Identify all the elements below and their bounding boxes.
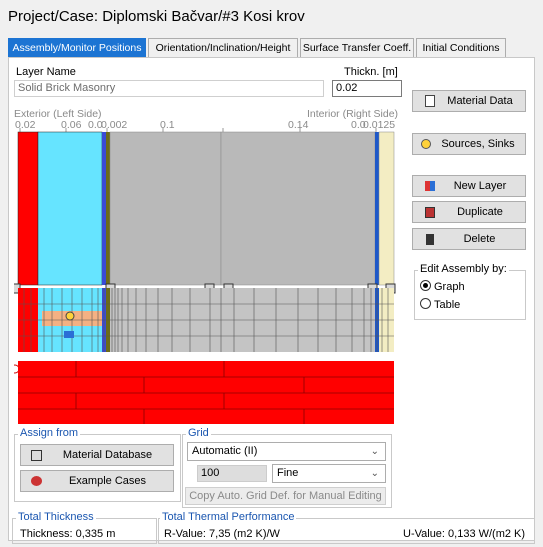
duplicate-button[interactable]: Duplicate — [412, 201, 526, 223]
chevron-down-icon: ⌄ — [370, 446, 379, 457]
lightbulb-icon — [421, 139, 431, 149]
material-data-button[interactable]: Material Data — [412, 90, 526, 112]
edit-assembly-title: Edit Assembly by: — [418, 263, 509, 275]
example-cases-button[interactable]: Example Cases — [20, 470, 174, 492]
database-icon — [31, 449, 42, 461]
thickness-field[interactable]: 0.02 — [332, 80, 402, 97]
new-layer-button[interactable]: New Layer — [412, 175, 526, 197]
material-database-button[interactable]: Material Database — [20, 444, 174, 466]
brick-view — [14, 361, 394, 424]
radio-table[interactable]: Table — [420, 298, 460, 311]
layer-membrane[interactable] — [102, 132, 106, 285]
grid-count-field[interactable]: 100 — [197, 465, 267, 482]
grid-mode-select[interactable]: Automatic (II) ⌄ — [187, 442, 386, 461]
edit-assembly-group — [414, 270, 526, 320]
layer-brick-exterior[interactable] — [17, 131, 39, 286]
r-value: R-Value: 7,35 (m2 K)/W — [164, 528, 280, 540]
lightbulb-icon — [65, 311, 75, 321]
thickness-value: Thickness: 0,335 m — [20, 528, 116, 540]
document-icon — [425, 95, 435, 107]
layer-vapor[interactable] — [375, 132, 379, 285]
layer-name-label: Layer Name — [16, 66, 76, 78]
total-thickness-title: Total Thickness — [16, 511, 96, 523]
layer-name-field[interactable]: Solid Brick Masonry — [14, 80, 324, 97]
trash-icon — [426, 233, 434, 245]
thickness-label: Thickn. [m] — [344, 66, 398, 78]
radio-indicator — [420, 280, 431, 291]
tab-assembly-monitor[interactable]: Assembly/Monitor Positions — [8, 38, 146, 58]
delete-button[interactable]: Delete — [412, 228, 526, 250]
example-cases-icon — [31, 476, 42, 486]
copy-grid-button[interactable]: Copy Auto. Grid Def. for Manual Editing — [185, 487, 386, 505]
radio-indicator — [420, 298, 431, 309]
layer-air-1[interactable] — [109, 131, 222, 286]
project-title: Project/Case: Diplomski Bačvar/#3 Kosi k… — [8, 8, 305, 25]
tab-orientation[interactable]: Orientation/Inclination/Height — [148, 38, 298, 58]
grid-density-select[interactable]: Fine ⌄ — [272, 464, 386, 483]
tab-initial-conditions[interactable]: Initial Conditions — [416, 38, 506, 58]
chevron-down-icon: ⌄ — [370, 468, 379, 479]
assign-from-title: Assign from — [18, 427, 81, 439]
assembly-graph[interactable] — [14, 128, 396, 428]
new-layer-icon — [425, 181, 435, 191]
grid-title: Grid — [186, 427, 211, 439]
layer-air-2[interactable] — [220, 131, 376, 286]
tab-surface-transfer[interactable]: Surface Transfer Coeff. — [300, 38, 414, 58]
ruler-marks — [19, 128, 377, 132]
sources-sinks-button[interactable]: Sources, Sinks — [412, 133, 526, 155]
u-value: U-Value: 0,133 W/(m2 K) — [403, 528, 526, 540]
layer-board[interactable] — [378, 131, 395, 286]
grid-band — [18, 288, 394, 352]
radio-graph[interactable]: Graph — [420, 280, 465, 293]
layer-insulation[interactable] — [37, 131, 103, 286]
layer-bars[interactable] — [17, 131, 395, 286]
source-sink-icon — [64, 331, 74, 338]
layer-thin[interactable] — [106, 132, 110, 285]
duplicate-icon — [425, 206, 435, 218]
thermal-performance-title: Total Thermal Performance — [160, 511, 297, 523]
